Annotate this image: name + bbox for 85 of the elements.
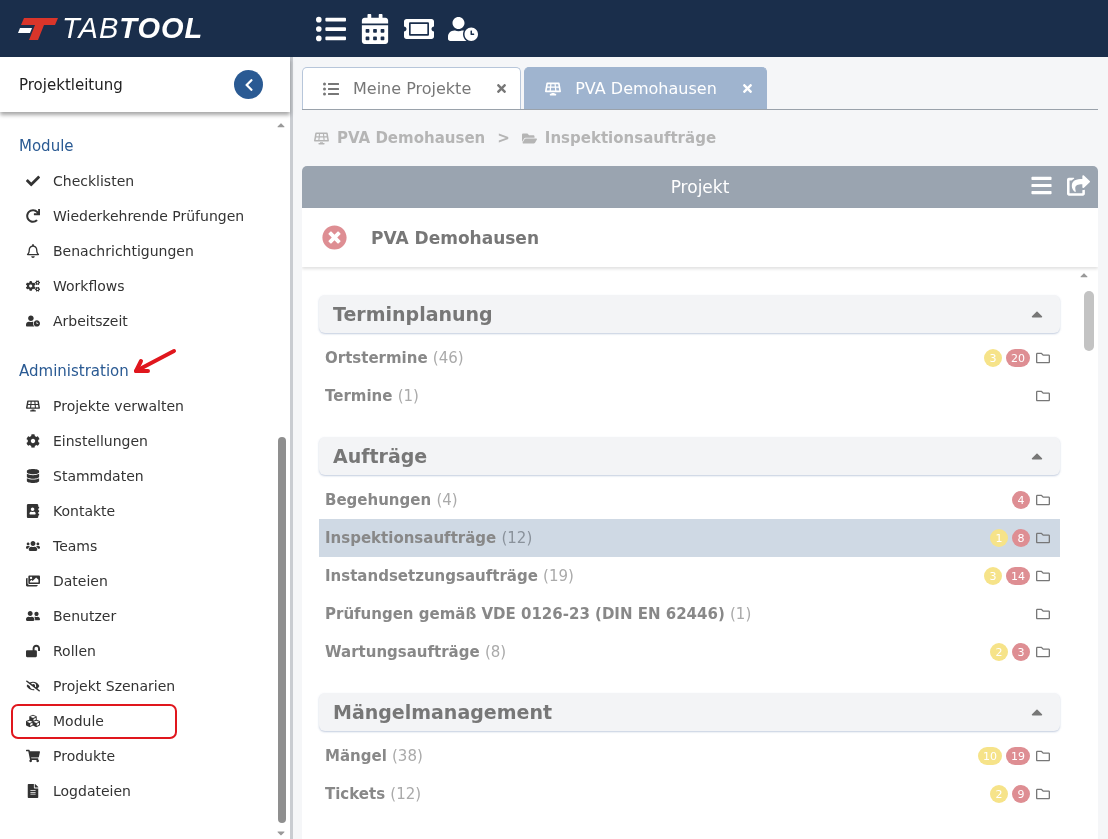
list-row[interactable]: Mängel (38) 10 19 [319, 737, 1060, 775]
scrollbar-thumb[interactable] [1084, 291, 1094, 351]
check-icon [25, 173, 41, 188]
list-row[interactable]: Ortstermine (46) 3 20 [319, 339, 1060, 377]
list-row[interactable]: Termine (1) [319, 377, 1060, 415]
menu-icon[interactable] [1030, 174, 1053, 197]
sidebar-title: Projektleitung [19, 75, 123, 94]
folder-icon[interactable] [1036, 569, 1050, 583]
tab[interactable]: Meine Projekte [302, 67, 522, 109]
users-icon [25, 608, 41, 623]
sidebar-item[interactable]: Benachrichtigungen [0, 233, 274, 268]
images-icon [25, 573, 41, 588]
eye-slash-icon [25, 678, 41, 693]
sidebar-item[interactable]: Projekte verwalten [0, 388, 274, 423]
count-badge: 4 [1012, 491, 1030, 509]
cubes-icon [25, 713, 41, 728]
logo-text: TABTOOL [62, 12, 204, 45]
refresh-icon [25, 208, 41, 223]
folder-icon[interactable] [1036, 607, 1050, 621]
folder-icon[interactable] [1036, 531, 1050, 545]
panel-title: Projekt [670, 177, 730, 197]
section-title: Administration [19, 361, 129, 380]
collapse-button[interactable] [234, 70, 263, 99]
folder-icon[interactable] [1036, 787, 1050, 801]
list-row[interactable]: Tickets (12) 2 9 [319, 775, 1060, 813]
project-name: PVA Demohausen [371, 227, 539, 248]
sidebar-item[interactable]: Logdateien [0, 773, 274, 808]
sidebar-item[interactable]: Projekt Szenarien [0, 668, 274, 703]
sidebar-item[interactable]: Kontakte [0, 493, 274, 528]
count-badge: 3 [984, 349, 1002, 367]
folder-icon[interactable] [1036, 351, 1050, 365]
sidebar-item[interactable]: Produkte [0, 738, 274, 773]
sidebar-item[interactable]: Dateien [0, 563, 274, 598]
unlocked-icon [25, 643, 41, 658]
count-badge: 2 [990, 785, 1008, 803]
count-badge: 14 [1006, 567, 1030, 585]
gears-icon [25, 278, 41, 293]
cart-icon [25, 748, 41, 763]
count-badge: 20 [1006, 349, 1030, 367]
count-badge: 19 [1006, 747, 1030, 765]
bell-icon [25, 243, 41, 258]
count-badge: 9 [1012, 785, 1030, 803]
folder-icon[interactable] [1036, 645, 1050, 659]
list-icon [323, 80, 339, 97]
count-badge: 3 [1012, 643, 1030, 661]
list-row[interactable]: Begehungen (4) 4 [319, 481, 1060, 519]
database-icon [25, 468, 41, 483]
solar-panel-icon [545, 80, 562, 97]
count-badge: 10 [978, 747, 1002, 765]
section-header[interactable]: Mängelmanagement [319, 693, 1060, 731]
scrollbar-thumb[interactable] [278, 437, 286, 823]
sidebar-item[interactable]: Benutzer [0, 598, 274, 633]
contact-book-icon [25, 503, 41, 518]
sidebar-item[interactable]: Checklisten [0, 163, 274, 198]
section-header[interactable]: Terminplanung [319, 295, 1060, 333]
document-icon [25, 783, 41, 798]
people-icon [25, 538, 41, 553]
section-header[interactable]: Aufträge [319, 437, 1060, 475]
count-badge: 8 [1012, 529, 1030, 547]
solar-panel-icon [314, 130, 329, 146]
count-badge: 3 [984, 567, 1002, 585]
list-row[interactable]: Instandsetzungsaufträge (19) 3 14 [319, 557, 1060, 595]
breadcrumb-separator: > [497, 129, 510, 147]
sidebar-item[interactable]: Module [0, 703, 274, 738]
sidebar-item[interactable]: Einstellungen [0, 423, 274, 458]
sidebar-item[interactable]: Workflows [0, 268, 274, 303]
solar-panel-icon [25, 398, 41, 413]
user-clock-icon [25, 313, 41, 328]
count-badge: 2 [990, 643, 1008, 661]
section-title: Module [19, 136, 74, 155]
count-badge: 1 [990, 529, 1008, 547]
list-row[interactable]: Wartungsaufträge (8) 2 3 [319, 633, 1060, 671]
folder-icon[interactable] [1036, 493, 1050, 507]
list-row[interactable]: Prüfungen gemäß VDE 0126-23 (DIN EN 62446) (1) [319, 595, 1060, 633]
sidebar-item[interactable]: Rollen [0, 633, 274, 668]
settings-icon [25, 433, 41, 448]
sidebar-item[interactable]: Wiederkehrende Prüfungen [0, 198, 274, 233]
folder-icon[interactable] [1036, 389, 1050, 403]
logo-icon [18, 15, 58, 42]
folder-icon[interactable] [1036, 749, 1050, 763]
close-icon[interactable] [495, 82, 509, 95]
sidebar-item[interactable]: Teams [0, 528, 274, 563]
share-icon[interactable] [1067, 174, 1090, 197]
sidebar-item[interactable]: Arbeitszeit [0, 303, 274, 338]
sidebar-item[interactable]: Stammdaten [0, 458, 274, 493]
